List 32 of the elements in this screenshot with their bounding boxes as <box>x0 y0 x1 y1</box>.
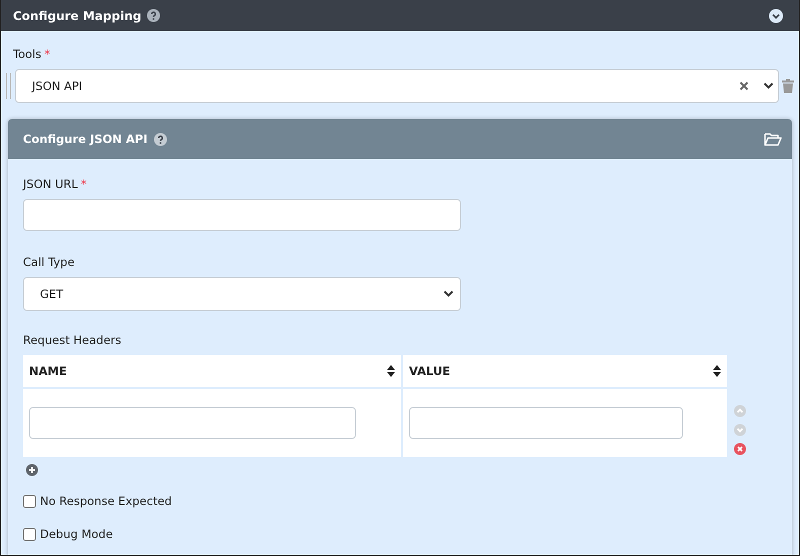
option-label: Debug Mode <box>40 527 113 541</box>
section-title: Configure Mapping <box>13 8 142 22</box>
field-label: Tools <box>13 47 42 61</box>
trash-icon[interactable] <box>782 79 794 93</box>
checkbox[interactable] <box>23 494 36 508</box>
column-header[interactable]: VALUE <box>403 355 727 387</box>
required-mark: * <box>44 47 50 61</box>
required-mark: * <box>80 177 87 191</box>
field-label: JSON URL <box>23 177 78 191</box>
caret-icon[interactable] <box>443 290 454 298</box>
sort-icon[interactable] <box>387 365 395 377</box>
field-label: Call Type <box>23 255 75 269</box>
sort-icon[interactable] <box>713 365 721 377</box>
option-label: No Response Expected <box>40 494 172 508</box>
tool-select[interactable]: JSON API <box>15 69 779 103</box>
call-type-select[interactable]: GET <box>23 277 461 311</box>
help-icon[interactable] <box>147 9 160 22</box>
column-header[interactable]: NAME <box>23 355 401 387</box>
field-label: Request Headers <box>23 333 122 347</box>
add-icon[interactable] <box>26 464 38 476</box>
clear-icon[interactable] <box>739 81 749 91</box>
caret-icon[interactable] <box>763 82 774 90</box>
folder-icon[interactable] <box>764 132 782 146</box>
url-field[interactable] <box>23 199 461 231</box>
input-field[interactable] <box>29 407 356 439</box>
input-field[interactable] <box>409 407 683 439</box>
remove-icon[interactable] <box>734 443 746 455</box>
panel-title: Configure JSON API <box>23 132 148 146</box>
checkbox[interactable] <box>23 528 36 540</box>
drag-handle[interactable] <box>6 73 11 99</box>
collapse-icon[interactable] <box>769 8 783 22</box>
help-icon[interactable] <box>154 132 167 146</box>
